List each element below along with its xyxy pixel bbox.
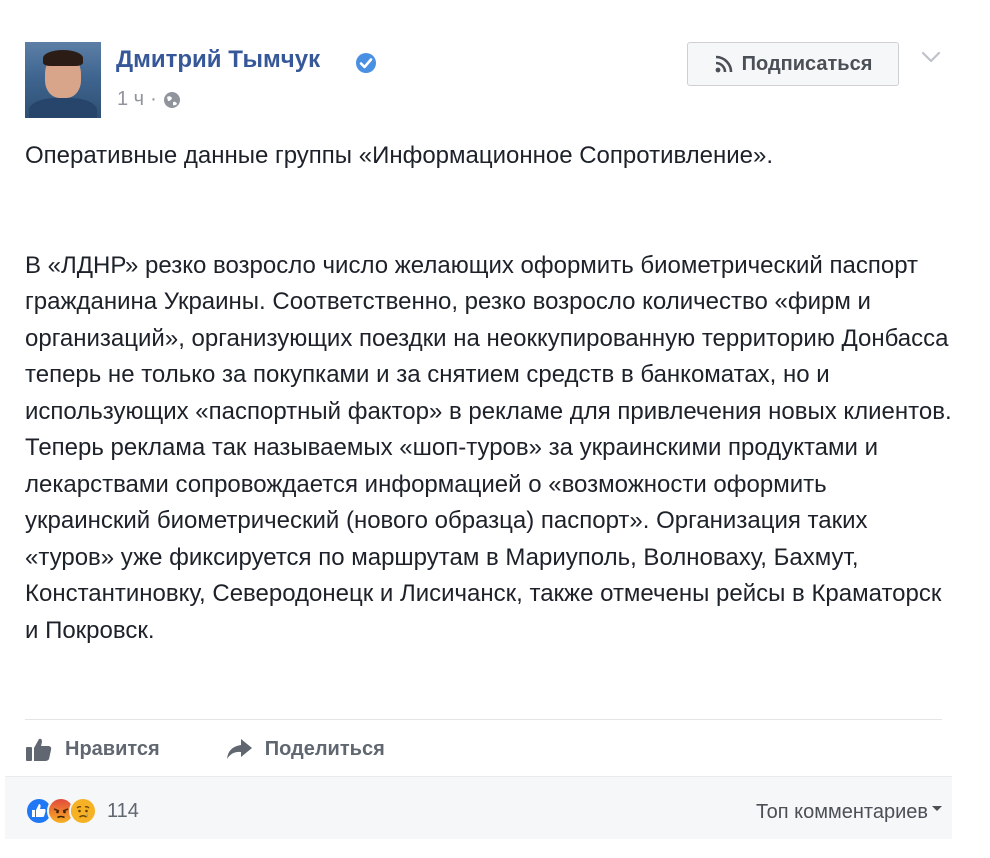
globe-icon [163, 91, 180, 108]
sad-reaction-icon [69, 797, 97, 825]
reaction-count[interactable]: 114 [107, 800, 139, 823]
chevron-down-icon[interactable] [921, 50, 941, 64]
like-button[interactable]: Нравится [25, 736, 160, 762]
post-meta: 1 ч · [117, 88, 181, 111]
like-label: Нравится [65, 737, 160, 760]
post-timestamp[interactable]: 1 ч [117, 88, 144, 111]
author-name-link[interactable]: Дмитрий Тымчук [116, 46, 320, 74]
reactions-summary[interactable]: 114 [25, 797, 139, 825]
top-comments-label: Топ комментариев [755, 801, 928, 823]
post-body: Оперативные данные группы «Информационно… [25, 138, 955, 649]
share-button[interactable]: Поделиться [225, 736, 385, 762]
thumbs-up-icon [26, 738, 52, 761]
meta-separator: · [150, 88, 157, 110]
action-bar: Нравится Поделиться [25, 728, 385, 770]
caret-down-icon [932, 806, 942, 811]
author-avatar[interactable] [25, 42, 101, 118]
post-footer: 114 Топ комментариев [5, 776, 952, 839]
rss-icon [715, 55, 732, 73]
post-paragraph: Оперативные данные группы «Информационно… [25, 142, 774, 169]
subscribe-label: Подписаться [741, 52, 873, 75]
share-label: Поделиться [264, 737, 385, 760]
post-paragraph: В «ЛДНР» резко возросло число желающих о… [25, 251, 952, 644]
post-header: Дмитрий Тымчук 1 ч · Подписаться [25, 40, 955, 120]
top-comments-dropdown[interactable]: Топ комментариев [756, 801, 942, 824]
subscribe-button[interactable]: Подписаться [687, 42, 899, 86]
verified-badge-icon [356, 53, 376, 73]
divider [25, 719, 942, 720]
share-arrow-icon [226, 739, 252, 759]
